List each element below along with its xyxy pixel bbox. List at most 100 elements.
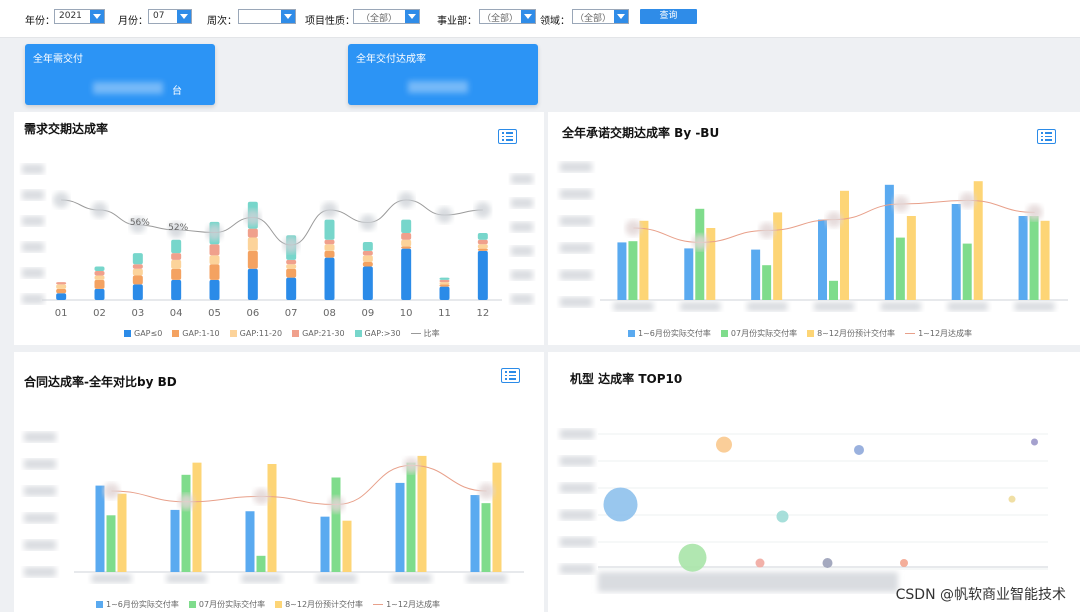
panel-demand-rate: 需求交期达成率 01 02 03 04 05 06 07 08 09 10 11 12 56% 52% G…: [14, 112, 544, 345]
chevron-down-icon[interactable]: [614, 10, 628, 23]
rate-line: [111, 464, 487, 506]
week-select[interactable]: [238, 9, 296, 24]
bar-segment: [439, 279, 450, 283]
legend-item[interactable]: 8~12月份预计交付率: [275, 599, 363, 610]
bar: [706, 228, 716, 300]
y-tick-redacted: [560, 270, 592, 280]
bar-segment: [132, 284, 143, 300]
bar-segment: [286, 264, 297, 269]
rate-point-redacted: [403, 457, 420, 474]
bar: [695, 208, 705, 300]
bar-segment: [439, 282, 450, 285]
bar-segment: [324, 239, 335, 245]
bu-select[interactable]: （全部）: [479, 9, 536, 24]
bar: [1040, 220, 1050, 300]
bar: [481, 503, 491, 572]
x-tick-redacted: [466, 574, 507, 583]
rate-point-redacted: [91, 202, 108, 218]
legend-item[interactable]: GAP:21-30: [292, 329, 345, 338]
bar: [962, 243, 972, 300]
scatter-point: [776, 510, 789, 523]
project-type-select[interactable]: （全部）: [353, 9, 420, 24]
legend-item[interactable]: 1~6月份实际交付率: [96, 599, 179, 610]
bar-segment: [171, 268, 182, 280]
data-label: 56%: [130, 218, 150, 228]
chevron-down-icon[interactable]: [405, 10, 419, 23]
legend-item[interactable]: GAP:1-10: [172, 329, 220, 338]
chevron-down-icon[interactable]: [90, 10, 104, 23]
legend: 1~6月份实际交付率 07月份实际交付率 8~12月份预计交付率 1~12月达成…: [96, 599, 440, 610]
bar-segment: [477, 244, 488, 249]
year-select[interactable]: 2021: [54, 9, 105, 24]
bar-segment: [56, 282, 67, 285]
x-tick-redacted: [316, 574, 357, 583]
bar-segment: [401, 219, 412, 234]
y-tick-redacted: [560, 162, 592, 172]
chevron-down-icon[interactable]: [177, 10, 191, 23]
bar: [470, 495, 480, 572]
y2-tick-redacted: [511, 198, 533, 208]
y2-tick-redacted: [511, 270, 533, 280]
bar-segment: [286, 268, 297, 278]
query-button[interactable]: 查询: [640, 9, 697, 24]
y-tick-redacted: [22, 242, 44, 252]
bar-segment: [401, 239, 412, 247]
bar-segment: [171, 259, 182, 269]
legend-item[interactable]: 1~6月份实际交付率: [628, 328, 711, 339]
rate-point-redacted: [178, 493, 195, 510]
month-select[interactable]: 07: [148, 9, 192, 24]
scatter-point: [603, 487, 638, 522]
kpi-title: 全年需交付: [33, 54, 83, 65]
rate-point-redacted: [625, 220, 642, 236]
x-tick-label: 08: [323, 308, 336, 319]
field-label: 领域：: [540, 16, 570, 27]
chevron-down-icon[interactable]: [521, 10, 535, 23]
chevron-down-icon[interactable]: [281, 10, 295, 23]
kpi-unit: 台: [172, 86, 182, 97]
y-tick-redacted: [560, 189, 592, 199]
bar: [395, 482, 405, 572]
y-tick-redacted: [560, 456, 594, 466]
scatter-point: [900, 559, 908, 568]
x-tick-label: 06: [246, 308, 259, 319]
rate-point-redacted: [1026, 204, 1043, 221]
x-tick-redacted: [747, 302, 788, 311]
bar: [492, 462, 502, 572]
legend-item[interactable]: 比率: [410, 328, 440, 339]
x-tick-label: 12: [476, 308, 489, 319]
legend-item[interactable]: 07月份实际交付率: [720, 328, 797, 339]
y-tick-redacted: [22, 164, 44, 174]
bar-segment: [439, 286, 450, 300]
bar: [256, 555, 266, 572]
x-tick-redacted: [391, 574, 432, 583]
rate-point-redacted: [474, 202, 491, 218]
legend-item[interactable]: 1~12月达成率: [373, 599, 440, 610]
legend-item[interactable]: 07月份实际交付率: [188, 599, 265, 610]
legend-item[interactable]: 8~12月份预计交付率: [807, 328, 895, 339]
x-tick-redacted: [947, 302, 988, 311]
bar: [906, 216, 916, 300]
x-tick-redacted: [814, 302, 854, 311]
x-tick-label: 05: [208, 308, 221, 319]
y-tick-redacted: [22, 294, 44, 304]
bar: [684, 248, 694, 300]
bar: [829, 280, 838, 300]
legend-item[interactable]: GAP:11-20: [229, 329, 282, 338]
scatter-point: [716, 436, 732, 453]
bar-segment: [132, 268, 143, 276]
scatter-point: [822, 558, 833, 569]
legend-item[interactable]: GAP≤0: [124, 329, 162, 338]
legend-item[interactable]: GAP:>30: [354, 329, 401, 338]
bar-segment: [362, 255, 373, 263]
field-select[interactable]: （全部）: [572, 9, 629, 24]
bar-segment: [132, 253, 143, 265]
bar-segment: [247, 268, 258, 300]
x-tick-redacted: [680, 302, 721, 311]
project-type-label: 项目性质：: [305, 16, 355, 27]
rate-point-redacted: [959, 192, 976, 209]
y-tick-redacted: [560, 216, 592, 226]
bar: [895, 237, 905, 300]
bar-segment: [209, 279, 220, 300]
bar-segment: [401, 246, 412, 249]
legend-item[interactable]: 1~12月达成率: [905, 328, 972, 339]
